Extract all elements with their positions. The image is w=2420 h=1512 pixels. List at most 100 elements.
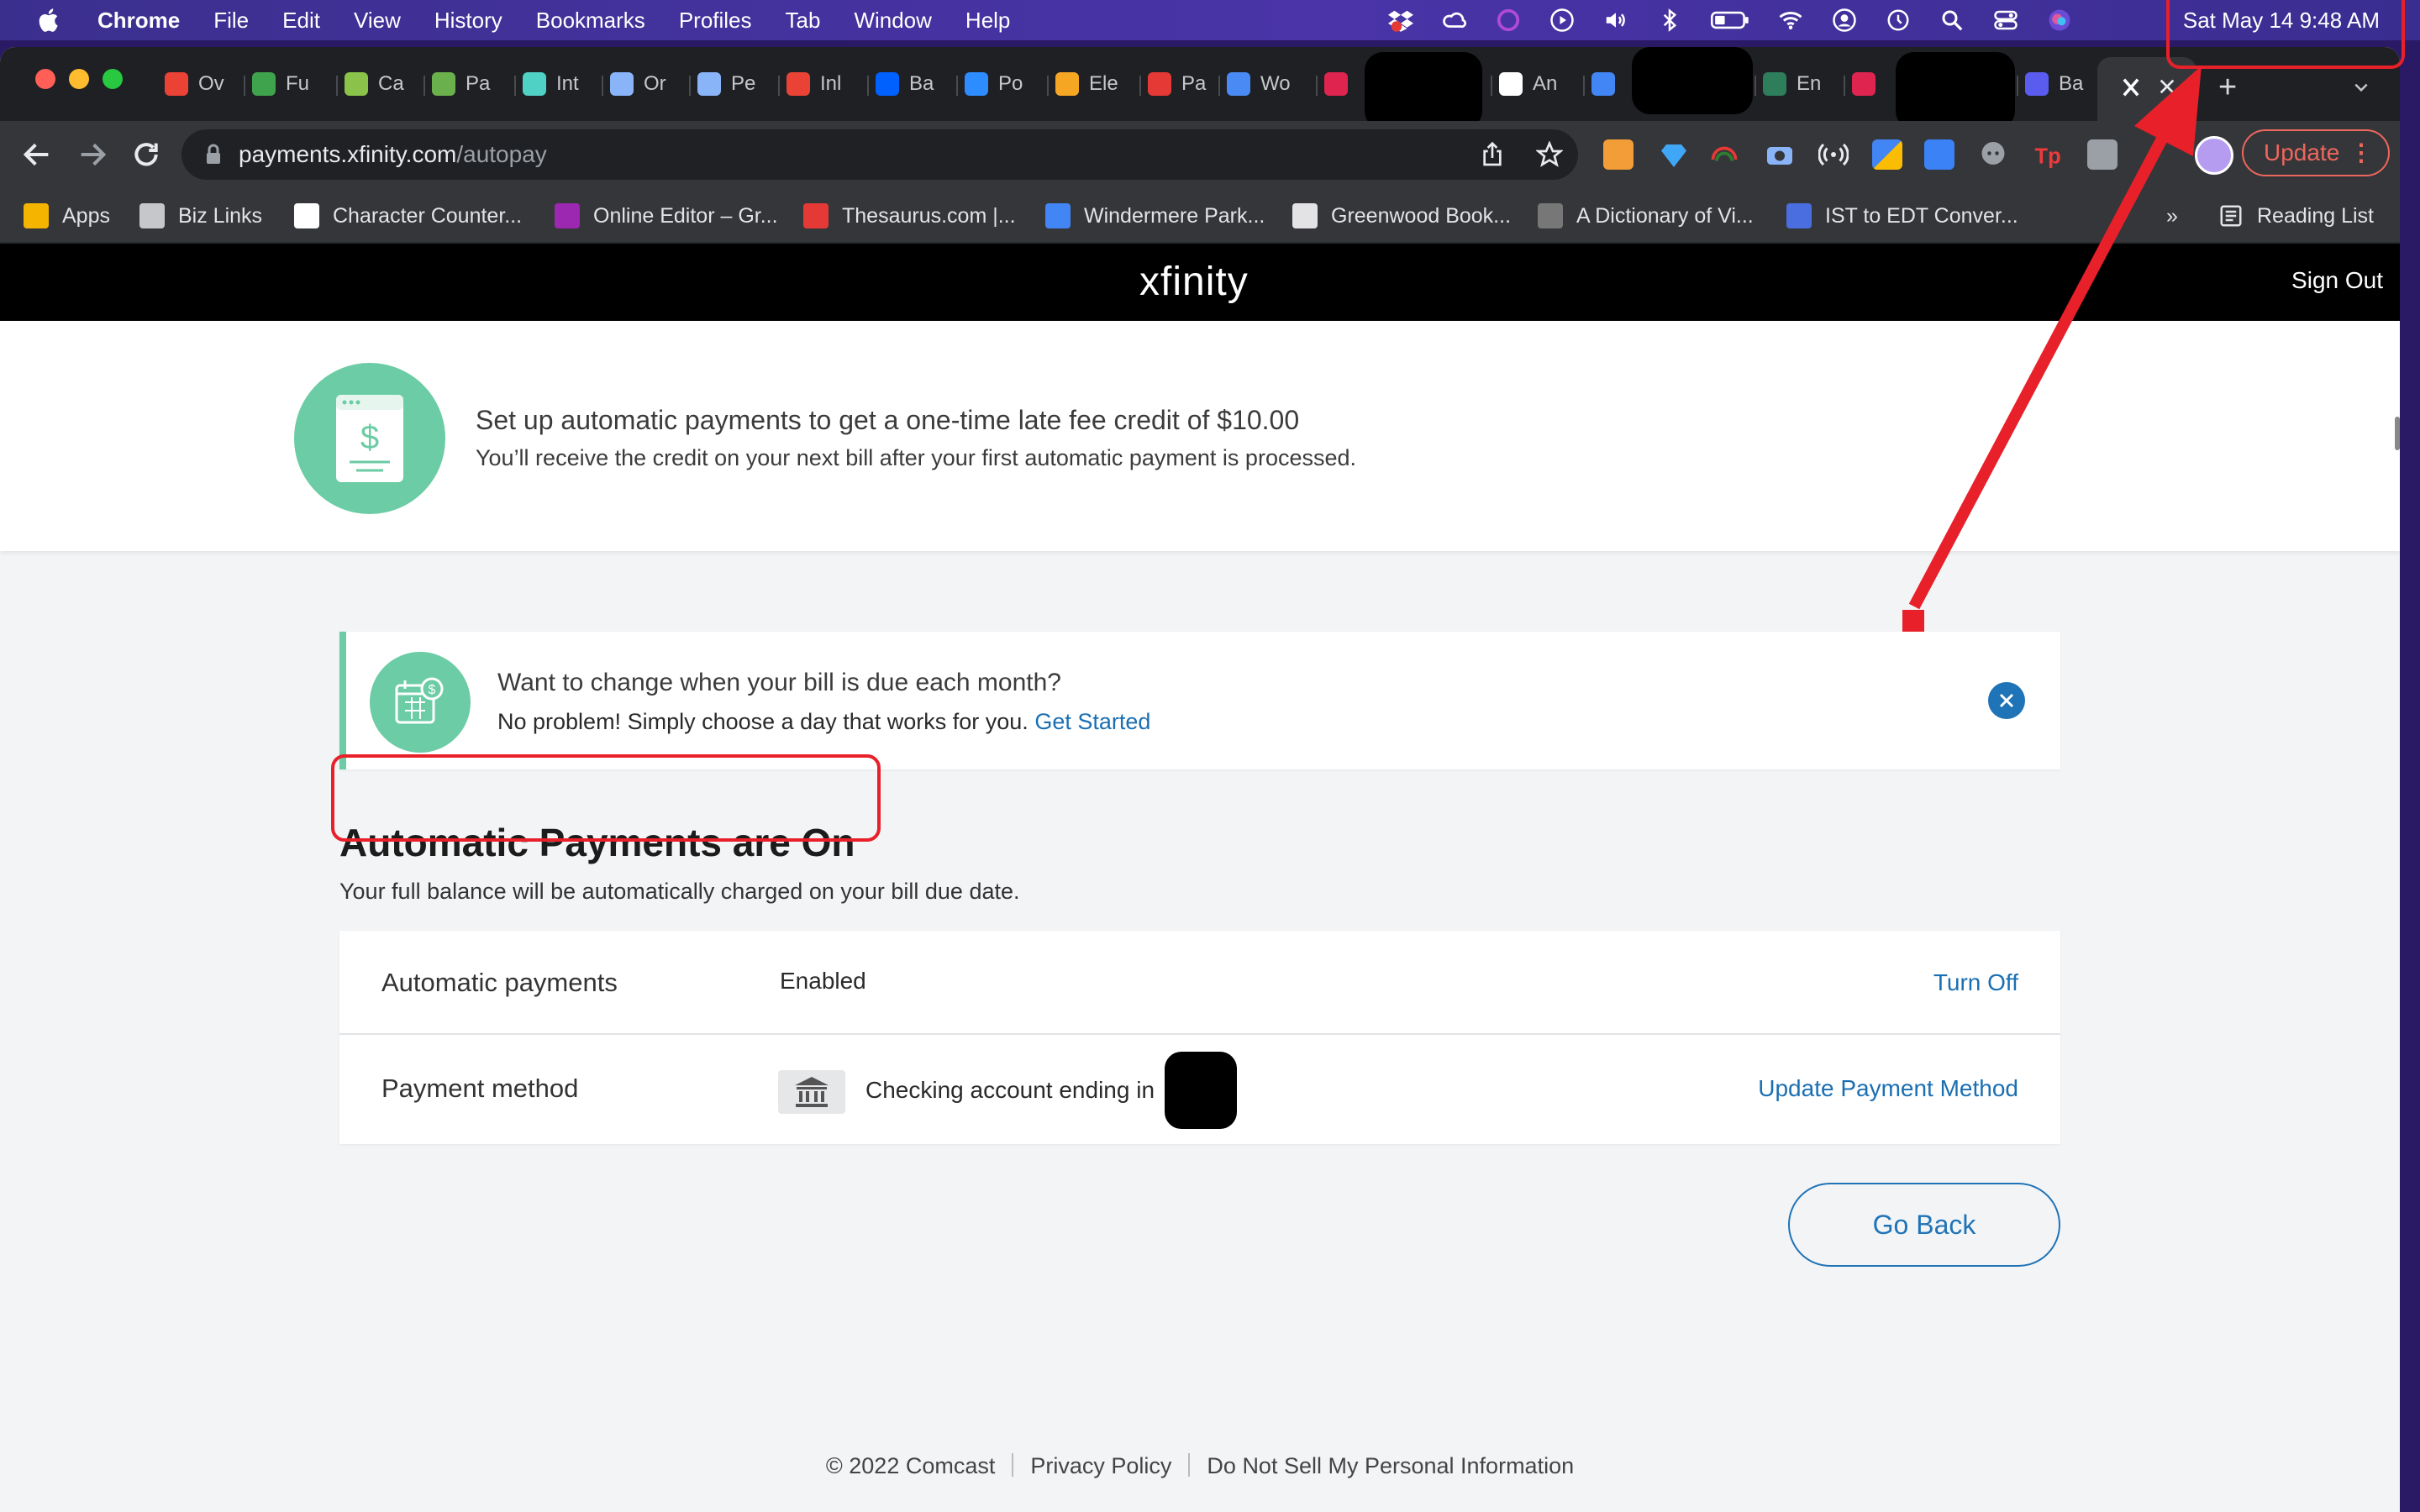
new-tab-button[interactable]: + — [2218, 71, 2237, 103]
tab-10[interactable]: Ele — [1055, 66, 1136, 102]
privacy-policy-link[interactable]: Privacy Policy — [1030, 1453, 1171, 1478]
tab-label: Po — [998, 72, 1023, 95]
tab-9[interactable]: Po — [965, 66, 1044, 102]
tab-label: Or — [644, 72, 666, 95]
tab-11[interactable]: Pa — [1148, 66, 1215, 102]
menu-bookmarks[interactable]: Bookmarks — [536, 8, 645, 34]
tp-extension-icon[interactable]: Tp — [2033, 139, 2064, 170]
extension-icon[interactable] — [1603, 139, 1634, 170]
tab-8[interactable]: Ba — [876, 66, 953, 102]
minimize-window-button[interactable] — [69, 69, 89, 89]
reading-list-button[interactable]: Reading List — [2218, 202, 2374, 230]
tab-16[interactable]: En — [1763, 66, 1840, 102]
tab-4[interactable]: Int — [523, 66, 598, 102]
menu-tab[interactable]: Tab — [786, 8, 821, 34]
tab-3[interactable]: Pa — [432, 66, 511, 102]
volume-icon[interactable] — [1603, 8, 1628, 33]
reload-icon[interactable] — [129, 138, 163, 171]
tab-12[interactable]: Wo — [1227, 66, 1313, 102]
url-text[interactable]: payments.xfinity.com/autopay — [239, 141, 547, 168]
tab-1[interactable]: Fu — [252, 66, 333, 102]
menu-history[interactable]: History — [434, 8, 502, 34]
xfinity-logo[interactable]: xfinity — [1139, 259, 1249, 305]
tab-label: Inl — [820, 72, 842, 95]
bookmark-4[interactable]: Thesaurus.com |... — [803, 202, 1016, 230]
extension-icon[interactable] — [1924, 139, 1954, 170]
tab-6[interactable]: Pe — [697, 66, 775, 102]
siri-icon[interactable] — [2047, 8, 2072, 33]
do-not-sell-link[interactable]: Do Not Sell My Personal Information — [1207, 1453, 1574, 1478]
autopay-status-value: Enabled — [780, 968, 866, 994]
tab-separator — [2017, 76, 2018, 96]
tab-5[interactable]: Or — [610, 66, 686, 102]
creative-cloud-icon[interactable] — [1442, 8, 1467, 33]
share-icon[interactable] — [1479, 141, 1506, 168]
spotlight-search-icon[interactable] — [1939, 8, 1965, 33]
turn-off-link[interactable]: Turn Off — [1933, 969, 2018, 996]
bookmark-5[interactable]: Windermere Park... — [1045, 202, 1265, 230]
record-icon[interactable] — [1496, 8, 1521, 33]
profile-avatar[interactable] — [2195, 136, 2233, 175]
rainbow-extension-icon[interactable] — [1709, 139, 1739, 170]
extension-icon[interactable] — [1872, 139, 1902, 170]
close-notice-button[interactable] — [1988, 682, 2025, 719]
user-account-icon[interactable] — [1832, 8, 1857, 33]
lock-icon[interactable] — [205, 144, 222, 165]
page-scrollbar[interactable] — [2395, 417, 2400, 450]
chat-extension-icon[interactable] — [1978, 139, 2008, 170]
address-bar[interactable]: payments.xfinity.com/autopay — [182, 129, 1578, 180]
update-payment-method-link[interactable]: Update Payment Method — [1758, 1075, 2018, 1102]
back-arrow-icon[interactable] — [20, 138, 54, 171]
bookmark-2[interactable]: Character Counter... — [294, 202, 522, 230]
bookmark-1[interactable]: Biz Links — [139, 202, 262, 230]
chevron-down-icon[interactable] — [2353, 79, 2370, 96]
apple-icon[interactable] — [35, 6, 64, 34]
play-icon[interactable] — [1549, 8, 1575, 33]
menu-view[interactable]: View — [354, 8, 401, 34]
bookmark-3[interactable]: Online Editor – Gr... — [555, 202, 778, 230]
dropbox-tray-icon[interactable] — [1388, 8, 1413, 33]
page-description: Your full balance will be automatically … — [339, 879, 1020, 904]
camera-extension-icon[interactable] — [1765, 139, 1795, 170]
folder-icon — [139, 203, 165, 228]
menu-edit[interactable]: Edit — [282, 8, 320, 34]
battery-icon[interactable] — [1711, 8, 1749, 33]
diamond-extension-icon[interactable] — [1659, 139, 1689, 170]
tab-separator — [1754, 76, 1756, 96]
sign-out-link[interactable]: Sign Out — [2291, 267, 2383, 294]
tab-label: Pe — [731, 72, 756, 95]
wifi-icon[interactable] — [1778, 8, 1803, 33]
tab-2[interactable]: Ca — [345, 66, 420, 102]
menu-app-chrome[interactable]: Chrome — [97, 8, 180, 34]
plane-icon — [1045, 203, 1071, 228]
bookmark-star-icon[interactable] — [1536, 141, 1563, 168]
control-center-icon[interactable] — [1993, 8, 2018, 33]
get-started-link[interactable]: Get Started — [1034, 709, 1150, 734]
time-machine-icon[interactable] — [1886, 8, 1911, 33]
menu-file[interactable]: File — [213, 8, 249, 34]
bookmark-6[interactable]: Greenwood Book... — [1292, 202, 1511, 230]
go-back-button[interactable]: Go Back — [1788, 1183, 2060, 1267]
close-tab-icon[interactable] — [2158, 77, 2176, 96]
bookmark-0[interactable]: Apps — [24, 202, 110, 230]
close-window-button[interactable] — [35, 69, 55, 89]
broadcast-extension-icon[interactable] — [1818, 139, 1849, 170]
extension-icon[interactable] — [2087, 139, 2118, 170]
forward-arrow-icon[interactable] — [76, 138, 109, 171]
menu-help[interactable]: Help — [965, 8, 1010, 34]
bookmark-8[interactable]: IST to EDT Conver... — [1786, 202, 2018, 230]
tab-18[interactable]: Ba — [2025, 66, 2092, 102]
tab-14[interactable]: An — [1499, 66, 1580, 102]
bookmark-7[interactable]: A Dictionary of Vi... — [1538, 202, 1754, 230]
browser-toolbar: payments.xfinity.com/autopay Tp Update ⋮ — [0, 121, 2400, 190]
update-chrome-button[interactable]: Update ⋮ — [2242, 129, 2390, 176]
tab-0[interactable]: Ov — [165, 66, 240, 102]
bookmarks-overflow-button[interactable]: » — [2166, 202, 2178, 230]
zoom-window-button[interactable] — [103, 69, 123, 89]
tab-7[interactable]: Inl — [786, 66, 864, 102]
url-path: /autopay — [456, 141, 547, 167]
globe-icon — [1292, 203, 1318, 228]
menu-window[interactable]: Window — [854, 8, 931, 34]
menu-profiles[interactable]: Profiles — [679, 8, 752, 34]
bluetooth-icon[interactable] — [1657, 8, 1682, 33]
